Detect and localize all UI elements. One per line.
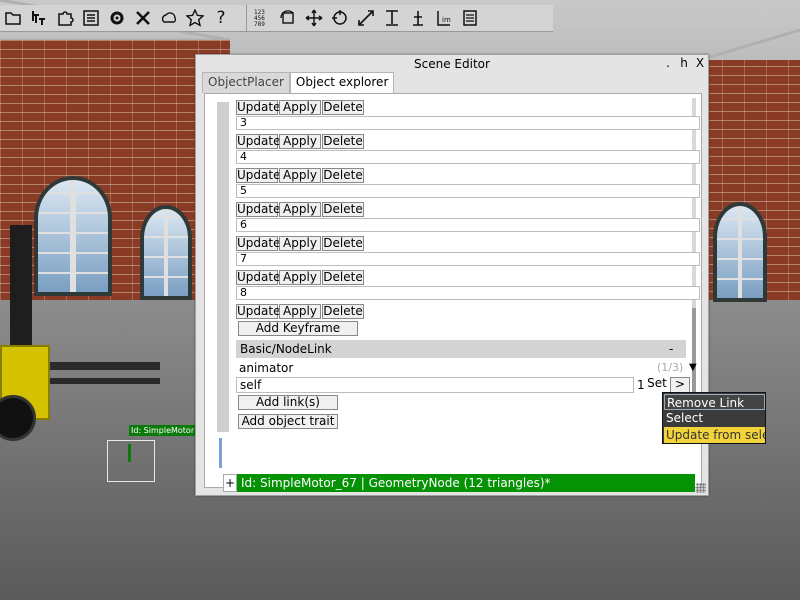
- window-title: Scene Editor: [414, 57, 490, 71]
- update-button[interactable]: Update: [236, 236, 280, 251]
- toolbar-group-transform: 123 456 789 im: [246, 5, 483, 31]
- arched-window: [34, 176, 112, 296]
- update-button[interactable]: Update: [236, 168, 280, 183]
- scene-editor-window: Scene Editor . h X ObjectPlacer Object e…: [195, 54, 709, 496]
- svg-text:789: 789: [254, 21, 265, 27]
- tab-objectplacer[interactable]: ObjectPlacer: [202, 72, 290, 93]
- keyframe-index-field[interactable]: 6: [236, 218, 700, 232]
- delete-button[interactable]: Delete: [322, 100, 364, 115]
- section-header-nodelink[interactable]: Basic/NodeLink: [236, 340, 686, 358]
- tab-bar: ObjectPlacer Object explorer: [202, 72, 395, 93]
- object-explorer-panel: Update Apply Delete 3 Update Apply Delet…: [204, 93, 702, 492]
- text-im-icon[interactable]: im: [431, 5, 457, 31]
- help-icon[interactable]: ?: [208, 5, 234, 31]
- weather-icon[interactable]: [156, 5, 182, 31]
- simple-motor-box[interactable]: [107, 440, 155, 482]
- link-menu-button[interactable]: >: [670, 377, 690, 393]
- folder-icon[interactable]: [0, 5, 26, 31]
- link-context-menu: Remove Link Select Update from selec: [662, 392, 766, 444]
- keyframe-index-field[interactable]: 5: [236, 184, 700, 198]
- dropdown-arrow-icon[interactable]: ▼: [689, 360, 697, 376]
- update-button[interactable]: Update: [236, 202, 280, 217]
- object-node-row[interactable]: Id: SimpleMotor_67 | GeometryNode (12 tr…: [237, 474, 695, 492]
- motor-id-label: Id: SimpleMotor: [129, 425, 197, 436]
- document-icon[interactable]: [457, 5, 483, 31]
- apply-button[interactable]: Apply: [279, 304, 321, 319]
- svg-text:im: im: [442, 16, 451, 24]
- resize-grip-icon[interactable]: [696, 483, 706, 493]
- apply-button[interactable]: Apply: [279, 100, 321, 115]
- expand-node-button[interactable]: +: [223, 474, 237, 492]
- update-button[interactable]: Update: [236, 100, 280, 115]
- apply-button[interactable]: Apply: [279, 270, 321, 285]
- motor-axis: [128, 444, 131, 462]
- gear-icon[interactable]: [104, 5, 130, 31]
- delete-button[interactable]: Delete: [322, 168, 364, 183]
- keyframe-index-field[interactable]: 8: [236, 286, 700, 300]
- tab-object-explorer[interactable]: Object explorer: [289, 72, 395, 93]
- update-button[interactable]: Update: [236, 304, 280, 319]
- apply-button[interactable]: Apply: [279, 236, 321, 251]
- animator-count: (1/3): [657, 361, 684, 374]
- link-count: 1: [637, 378, 645, 392]
- list-icon[interactable]: [78, 5, 104, 31]
- star-icon[interactable]: [182, 5, 208, 31]
- add-keyframe-button[interactable]: Add Keyframe: [238, 321, 358, 336]
- update-button[interactable]: Update: [236, 270, 280, 285]
- main-toolbar: ? 123 456 789 im: [0, 5, 553, 32]
- toolbar-group-main: ?: [0, 5, 234, 31]
- add-object-trait-button[interactable]: Add object trait: [238, 414, 338, 429]
- apply-button[interactable]: Apply: [279, 134, 321, 149]
- tools-icon[interactable]: [130, 5, 156, 31]
- title-bar[interactable]: Scene Editor . h X: [196, 55, 708, 73]
- number-grid-icon[interactable]: 123 456 789: [249, 5, 275, 31]
- close-button[interactable]: X: [693, 56, 707, 70]
- delete-button[interactable]: Delete: [322, 270, 364, 285]
- animator-label: animator: [239, 361, 294, 375]
- tree-connector: [219, 438, 222, 468]
- move-icon[interactable]: [301, 5, 327, 31]
- delete-button[interactable]: Delete: [322, 202, 364, 217]
- forklift-fork: [40, 378, 160, 384]
- tree-indent: [217, 102, 229, 432]
- delete-button[interactable]: Delete: [322, 236, 364, 251]
- anchor-icon[interactable]: [405, 5, 431, 31]
- help-button[interactable]: h: [677, 56, 691, 70]
- menu-item-remove-link[interactable]: Remove Link: [664, 394, 765, 410]
- minimize-button[interactable]: .: [661, 56, 675, 70]
- rotate-object-icon[interactable]: [275, 5, 301, 31]
- delete-button[interactable]: Delete: [322, 304, 364, 319]
- add-links-button[interactable]: Add link(s): [238, 395, 338, 410]
- apply-button[interactable]: Apply: [279, 202, 321, 217]
- align-icon[interactable]: [379, 5, 405, 31]
- scale-icon[interactable]: [353, 5, 379, 31]
- apply-button[interactable]: Apply: [279, 168, 321, 183]
- puzzle-icon[interactable]: [52, 5, 78, 31]
- arched-window: [713, 202, 767, 302]
- menu-item-select[interactable]: Select: [664, 410, 765, 426]
- arched-window: [140, 205, 192, 300]
- menu-item-update-from-selection[interactable]: Update from selec: [664, 427, 765, 443]
- link-target-input[interactable]: self: [236, 377, 634, 393]
- section-collapse-button[interactable]: -: [669, 342, 673, 356]
- keyframe-index-field[interactable]: 4: [236, 150, 700, 164]
- forklift-fork: [40, 362, 160, 370]
- rotate-icon[interactable]: [327, 5, 353, 31]
- keyframe-index-field[interactable]: 7: [236, 252, 700, 266]
- keyframe-index-field[interactable]: 3: [236, 116, 700, 130]
- tree-add-icon[interactable]: [26, 5, 52, 31]
- delete-button[interactable]: Delete: [322, 134, 364, 149]
- set-button[interactable]: Set: [646, 377, 668, 393]
- update-button[interactable]: Update: [236, 134, 280, 149]
